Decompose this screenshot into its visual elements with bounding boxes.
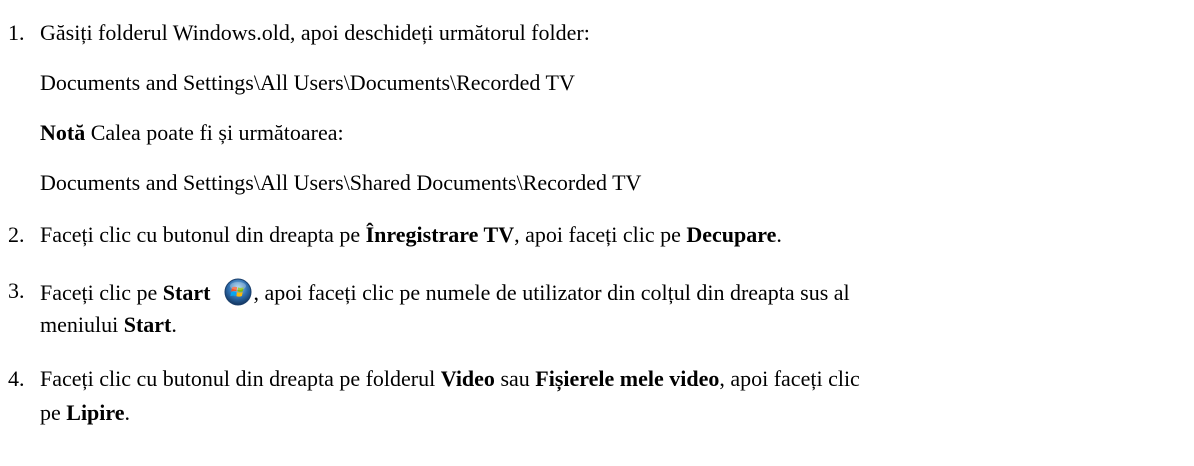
step-1-path: Documents and Settings\All Users\Documen… bbox=[40, 70, 575, 95]
step-4-text-line2: pe Lipire. bbox=[40, 400, 130, 426]
step-4-text-part: . bbox=[124, 400, 131, 425]
step-3-text-part: . bbox=[171, 312, 177, 337]
step-3-bold-start-menu: Start bbox=[123, 312, 172, 337]
step-4-bold-my-videos: Fișierele mele video bbox=[535, 366, 720, 391]
step-3-bold-start: Start bbox=[162, 280, 211, 305]
step-3-text-part: Faceți clic pe bbox=[40, 280, 163, 305]
step-3-number: 3. bbox=[8, 278, 25, 303]
step-2-text-part: . bbox=[776, 222, 782, 247]
step-4-bold-paste: Lipire bbox=[66, 400, 125, 425]
step-3-text: Faceți clic pe Start , apoi faceți clic … bbox=[40, 278, 850, 306]
step-1-note: Notă Calea poate fi și următoarea: bbox=[40, 120, 344, 146]
step-1-number: 1. bbox=[8, 20, 25, 45]
step-4-bold-video: Video bbox=[440, 366, 495, 391]
step-4-number: 4. bbox=[8, 366, 25, 391]
step-4-text-part: , apoi faceți clic bbox=[719, 366, 860, 391]
note-label: Notă bbox=[40, 120, 86, 145]
step-4-text-part: sau bbox=[494, 366, 536, 391]
step-2-bold-cut: Decupare bbox=[686, 222, 777, 247]
step-4-text: Faceți clic cu butonul din dreapta pe fo… bbox=[40, 366, 860, 392]
step-3-text-line2: meniului Start. bbox=[40, 312, 177, 338]
step-3-text-part: , apoi faceți clic pe numele de utilizat… bbox=[253, 280, 850, 305]
step-1-text: Găsiți folderul Windows.old, apoi deschi… bbox=[40, 20, 590, 45]
windows-start-orb-icon bbox=[224, 278, 252, 306]
step-4-text-part: pe bbox=[40, 400, 67, 425]
step-2-bold-recorded-tv: Înregistrare TV bbox=[365, 222, 515, 247]
step-3-text-part: meniului bbox=[40, 312, 124, 337]
step-2-text-part: Faceți clic cu butonul din dreapta pe bbox=[40, 222, 366, 247]
step-1-alt-path: Documents and Settings\All Users\Shared … bbox=[40, 170, 642, 195]
step-2-text-part: , apoi faceți clic pe bbox=[514, 222, 687, 247]
instructions-document: 1. Găsiți folderul Windows.old, apoi des… bbox=[0, 0, 1194, 466]
step-4-text-part: Faceți clic cu butonul din dreapta pe fo… bbox=[40, 366, 441, 391]
note-text: Calea poate fi și următoarea: bbox=[85, 120, 344, 145]
step-2-text: Faceți clic cu butonul din dreapta pe În… bbox=[40, 222, 782, 248]
step-2-number: 2. bbox=[8, 222, 25, 247]
